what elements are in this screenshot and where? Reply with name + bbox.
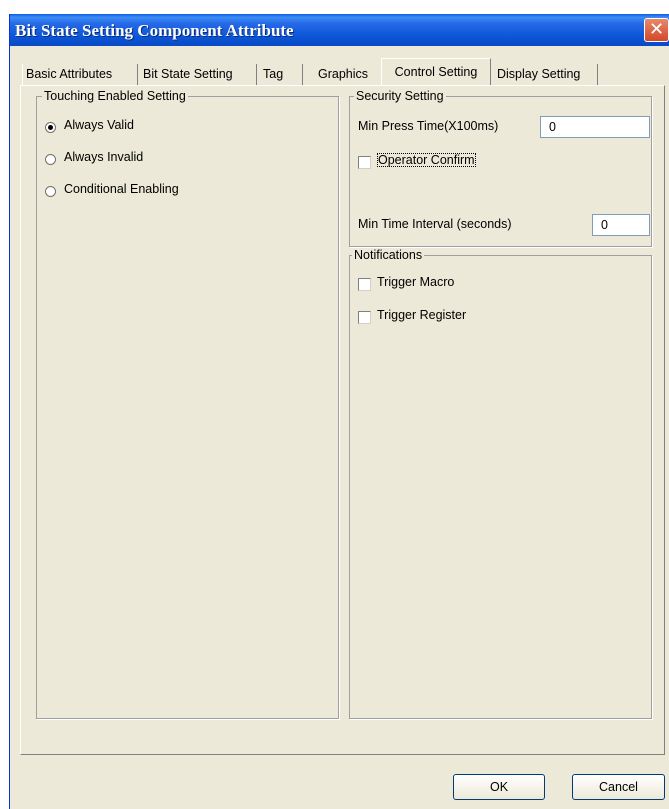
tab-label: Graphics [318, 67, 369, 81]
tab-graphics[interactable]: Graphics [303, 64, 378, 85]
tab-label: Tag [263, 67, 284, 81]
tab-bit-state-setting[interactable]: Bit State Setting [138, 64, 257, 85]
min-time-interval-label: Min Time Interval (seconds) [358, 217, 512, 231]
operator-confirm-label[interactable]: Operator Confirm [377, 153, 476, 167]
tab-label: Control Setting [394, 65, 478, 79]
radio-always-valid[interactable] [45, 122, 56, 133]
tab-basic-attributes[interactable]: Basic Attributes [22, 64, 138, 85]
dialog-window: Bit State Setting Component Attribute ✕ … [9, 14, 669, 809]
window-title: Bit State Setting Component Attribute [15, 21, 294, 40]
always-invalid-label[interactable]: Always Invalid [64, 150, 143, 164]
ok-button[interactable]: OK [453, 774, 545, 800]
tab-label: Bit State Setting [143, 67, 233, 81]
security-setting-legend: Security Setting [354, 89, 446, 103]
radio-selected-dot [48, 125, 53, 130]
trigger-register-checkbox[interactable] [358, 311, 371, 324]
tab-display-setting[interactable]: Display Setting [491, 64, 598, 85]
min-press-time-label: Min Press Time(X100ms) [358, 119, 499, 133]
notifications-group: Notifications [349, 248, 652, 719]
trigger-register-label[interactable]: Trigger Register [377, 308, 466, 322]
tab-label: Basic Attributes [26, 67, 113, 81]
title-bar[interactable]: Bit State Setting Component Attribute ✕ [10, 14, 669, 46]
notifications-legend: Notifications [352, 248, 425, 262]
tab-label: Display Setting [497, 67, 581, 81]
tab-tag[interactable]: Tag [257, 64, 303, 85]
operator-confirm-checkbox[interactable] [358, 156, 371, 169]
trigger-macro-checkbox[interactable] [358, 278, 371, 291]
always-valid-label[interactable]: Always Valid [64, 118, 134, 132]
conditional-enabling-label[interactable]: Conditional Enabling [64, 182, 179, 196]
radio-always-invalid[interactable] [45, 154, 56, 165]
tab-control-setting[interactable]: Control Setting [381, 58, 491, 86]
trigger-macro-label[interactable]: Trigger Macro [377, 275, 454, 289]
min-time-interval-input[interactable]: 0 [592, 214, 650, 236]
min-press-time-input[interactable]: 0 [540, 116, 650, 138]
cancel-button[interactable]: Cancel [572, 774, 665, 800]
touching-enabled-legend: Touching Enabled Setting [42, 89, 188, 103]
close-icon[interactable]: ✕ [644, 18, 669, 42]
radio-conditional-enabling[interactable] [45, 186, 56, 197]
